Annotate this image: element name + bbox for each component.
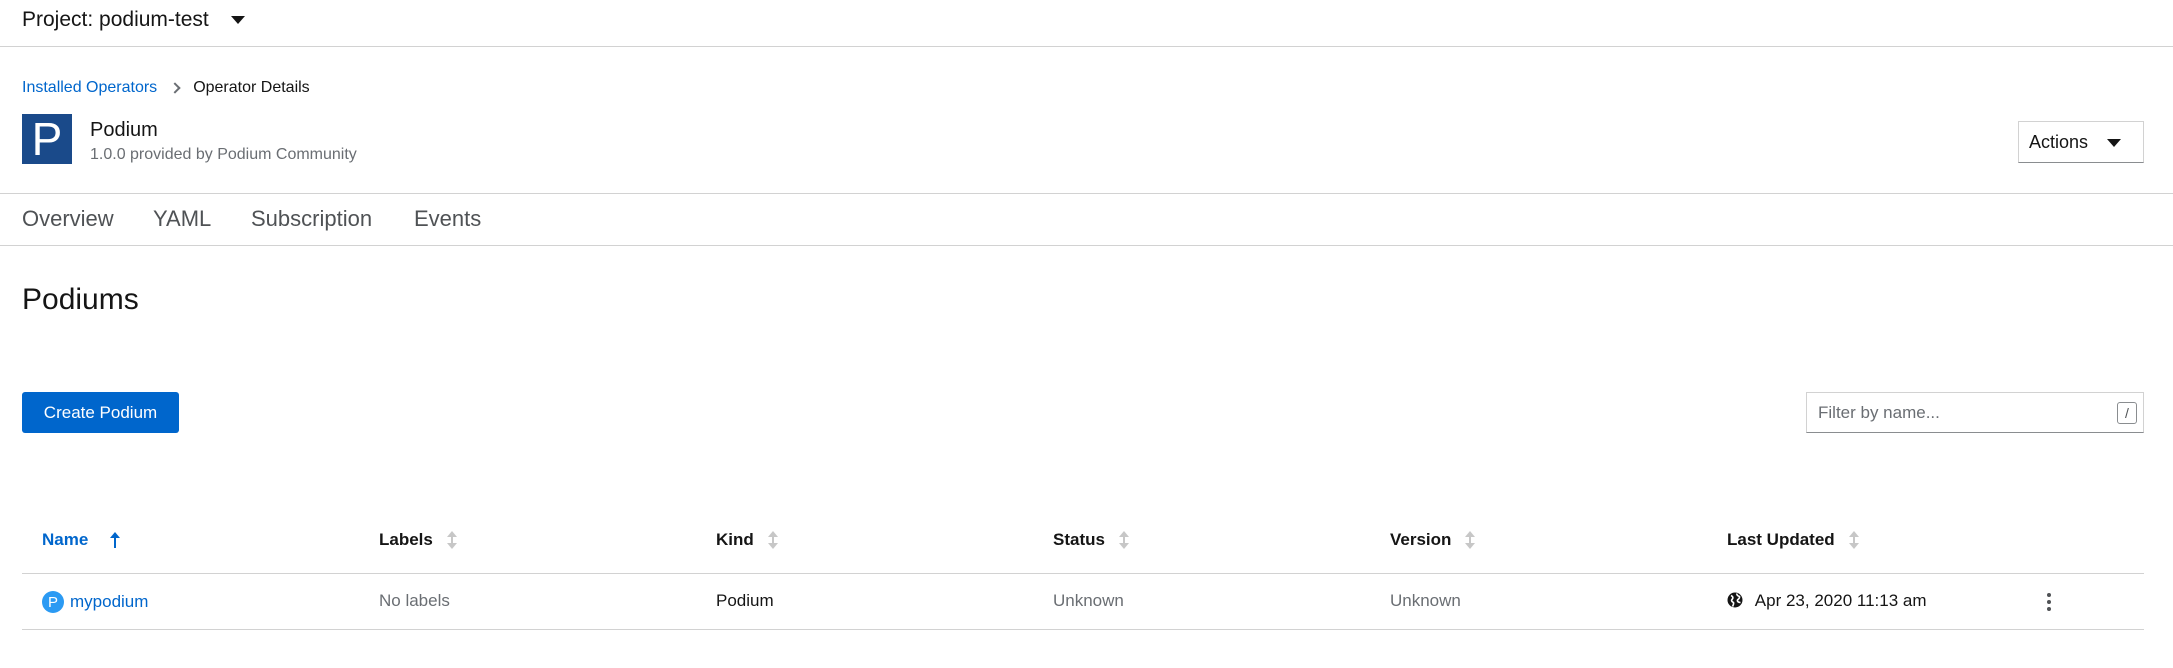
tab-overview[interactable]: Overview (22, 206, 114, 232)
cell-kind: Podium (716, 591, 774, 610)
page-title: Podiums (22, 283, 139, 316)
project-label: Project: podium-test (22, 8, 209, 31)
column-label: Version (1390, 530, 1452, 549)
actions-label: Actions (2029, 131, 2089, 152)
cell-last-updated: Apr 23, 2020 11:13 am (1727, 591, 1927, 611)
column-label: Status (1053, 530, 1105, 549)
tab-yaml[interactable]: YAML (153, 206, 211, 232)
operator-provider: 1.0.0 provided by Podium Community (90, 146, 357, 163)
caret-down-icon (2107, 139, 2121, 147)
sort-icon (1118, 531, 1129, 549)
breadcrumb: Installed Operators Operator Details (22, 78, 310, 98)
table-row: P mypodium No labels Podium Unknown Unkn… (22, 574, 2144, 630)
column-label: Labels (379, 530, 433, 549)
column-header-status[interactable]: Status (1053, 530, 1129, 550)
resource-link[interactable]: P mypodium (42, 591, 148, 613)
kebab-icon[interactable] (2041, 590, 2057, 614)
resources-table: Name Labels Kind Status Version Last Upd… (22, 515, 2144, 630)
sort-ascending-icon (110, 532, 121, 548)
breadcrumb-current: Operator Details (193, 79, 310, 96)
operator-name: Podium (90, 119, 158, 141)
table-header: Name Labels Kind Status Version Last Upd… (22, 515, 2144, 574)
timestamp: Apr 23, 2020 11:13 am (1754, 591, 1927, 610)
tab-bar: Overview YAML Subscription Events (0, 193, 2173, 246)
tab-subscription[interactable]: Subscription (251, 206, 372, 232)
sort-icon (1465, 531, 1476, 549)
cell-name: P mypodium (42, 591, 148, 613)
column-header-version[interactable]: Version (1390, 530, 1476, 550)
cell-labels: No labels (379, 591, 450, 610)
filter-input[interactable] (1807, 393, 2107, 432)
column-label: Last Updated (1727, 530, 1835, 549)
column-header-labels[interactable]: Labels (379, 530, 457, 550)
sort-icon (1848, 531, 1859, 549)
resource-badge: P (42, 591, 64, 613)
column-label: Kind (716, 530, 754, 549)
filter-box: / (1806, 392, 2144, 433)
globe-icon (1727, 592, 1743, 608)
caret-down-icon (230, 16, 245, 24)
cell-status: Unknown (1053, 591, 1124, 610)
sort-icon (446, 531, 457, 549)
project-bar: Project: podium-test (0, 0, 2173, 47)
actions-dropdown[interactable]: Actions (2018, 121, 2144, 163)
column-header-last-updated[interactable]: Last Updated (1727, 530, 1859, 550)
keyboard-shortcut-hint: / (2117, 402, 2137, 424)
operator-logo: P (22, 114, 72, 164)
column-header-name[interactable]: Name (42, 530, 121, 550)
breadcrumb-installed-operators[interactable]: Installed Operators (22, 79, 157, 97)
tab-events[interactable]: Events (414, 206, 481, 232)
project-selector[interactable]: Project: podium-test (22, 5, 245, 35)
resource-name: mypodium (70, 592, 149, 611)
column-label: Name (42, 530, 89, 549)
sort-icon (767, 531, 778, 549)
column-header-kind[interactable]: Kind (716, 530, 778, 550)
chevron-right-icon (169, 82, 181, 94)
create-podium-button[interactable]: Create Podium (22, 392, 179, 433)
cell-version: Unknown (1390, 591, 1461, 610)
